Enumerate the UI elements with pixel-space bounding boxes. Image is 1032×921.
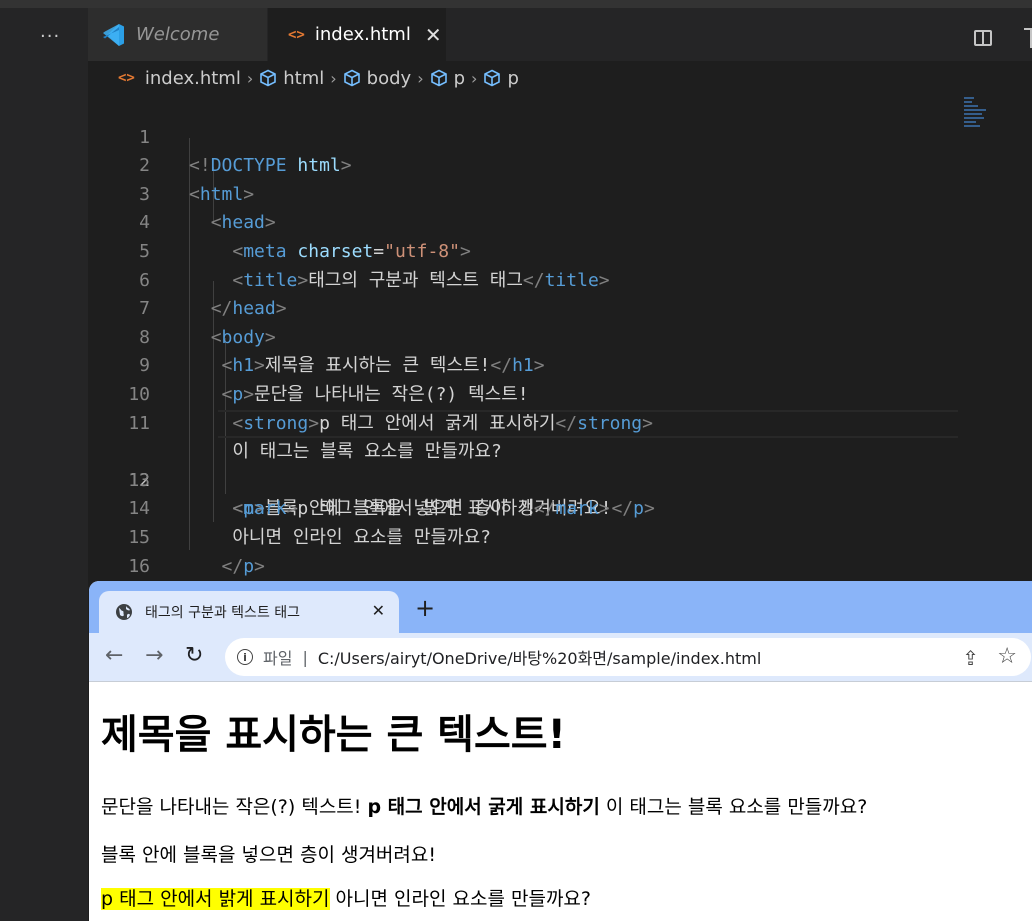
code-line: 14 아니면 인라인 요소를 만들까요? xyxy=(88,467,1032,548)
code-line: 3 <head> xyxy=(88,152,1032,234)
code-line: 5 <title>태그의 구분과 텍스트 태그</title> xyxy=(88,209,1032,291)
code-line: 13 <mark>p 태그 안에서 밝게 표시하기</mark> xyxy=(88,438,1032,520)
tab-welcome-label: Welcome xyxy=(136,24,220,45)
element-cube-icon xyxy=(484,69,501,87)
code-line: 10 <strong>p 태그 안에서 굵게 표시하기</strong> xyxy=(88,352,1032,434)
paragraph-3: p 태그 안에서 밝게 표시하기 아니면 인라인 요소를 만들까요? xyxy=(101,884,591,911)
paragraph-2: 블록 안에 블록을 넣으면 층이 생겨버려요! xyxy=(101,844,436,866)
split-editor-icon[interactable] xyxy=(974,30,992,46)
chevron-right-icon: › xyxy=(471,68,478,88)
code-line: 11 이 태그는 블록 요소를 만들까요? xyxy=(88,381,1032,463)
breadcrumb-p-label: p xyxy=(453,67,466,89)
breadcrumb-html-label: html xyxy=(283,67,325,89)
globe-icon xyxy=(116,604,132,620)
paragraph-1-tail: 이 태그는 블록 요소를 만들까요? xyxy=(599,796,868,818)
browser-tab-title: 태그의 구분과 텍스트 태그 xyxy=(145,605,301,621)
tab-welcome[interactable]: Welcome xyxy=(88,8,267,61)
reload-icon[interactable]: ↻ xyxy=(185,643,203,669)
browser-toolbar: ← → ↻ i 파일 | C:/Users/airyt/OneDrive/바탕%… xyxy=(89,633,1032,682)
breadcrumb-p-inner[interactable]: p xyxy=(483,67,519,89)
url-text[interactable]: C:/Users/airyt/OneDrive/바탕%20화면/sample/i… xyxy=(318,645,761,669)
browser-window: 태그의 구분과 텍스트 태그 ✕ + ← → ↻ i 파일 | C:/Users… xyxy=(89,581,1032,921)
more-actions-icon[interactable]: ··· xyxy=(40,26,60,47)
close-icon[interactable]: ✕ xyxy=(372,601,385,620)
breadcrumb-file[interactable]: <> index.html xyxy=(118,68,241,89)
url-separator: | xyxy=(302,647,308,667)
rendered-page: 제목을 표시하는 큰 텍스트! 문단을 나타내는 작은(?) 텍스트! p 태그… xyxy=(89,682,1032,921)
page-heading: 제목을 표시하는 큰 텍스트! xyxy=(101,712,566,758)
code-line: 8 <h1>제목을 표시하는 큰 텍스트!</h1> xyxy=(88,295,1032,377)
file-scheme-label: 파일 xyxy=(263,649,293,668)
forward-arrow-icon[interactable]: → xyxy=(145,643,163,669)
new-tab-button[interactable]: + xyxy=(415,596,435,620)
breadcrumb-p[interactable]: p xyxy=(430,68,465,89)
html-file-icon: <> xyxy=(288,26,305,43)
sidebar: ··· xyxy=(0,8,88,921)
info-icon[interactable]: i xyxy=(237,649,253,665)
browser-tab[interactable]: 태그의 구분과 텍스트 태그 ✕ xyxy=(99,591,399,633)
editor-more-icon[interactable] xyxy=(1024,28,1032,48)
address-bar[interactable]: i 파일 | C:/Users/airyt/OneDrive/바탕%20화면/s… xyxy=(225,638,1031,676)
bookmark-star-icon[interactable]: ☆ xyxy=(997,644,1017,669)
code-line: 16 </body> xyxy=(88,524,1032,606)
code-line: 1 <!DOCTYPE html> xyxy=(88,95,1032,177)
code-line: 2 <html> xyxy=(88,124,1032,205)
title-strip xyxy=(0,0,1032,8)
code-line: 7 <body> xyxy=(88,267,1032,348)
element-cube-icon xyxy=(260,69,277,87)
chevron-right-icon: › xyxy=(246,68,254,88)
element-cube-icon xyxy=(430,69,447,87)
close-icon[interactable]: ✕ xyxy=(425,23,442,47)
paragraph-3-tail: 아니면 인라인 요소를 만들까요? xyxy=(329,888,591,910)
browser-tab-strip: 태그의 구분과 텍스트 태그 ✕ + xyxy=(89,581,1032,633)
editor-tab-bar: Welcome <> index.html ✕ xyxy=(88,8,1032,61)
paragraph-1: 문단을 나타내는 작은(?) 텍스트! p 태그 안에서 굵게 표시하기 이 태… xyxy=(101,792,867,819)
element-cube-icon xyxy=(343,69,360,87)
chevron-right-icon: › xyxy=(417,68,424,88)
breadcrumb: <> index.html › html › body › p › p xyxy=(88,61,1032,95)
back-arrow-icon[interactable]: ← xyxy=(105,643,123,669)
breadcrumb-body[interactable]: body xyxy=(343,67,412,89)
breadcrumb-file-label: index.html xyxy=(144,67,241,89)
highlighted-text: p 태그 안에서 밝게 표시하기 xyxy=(101,888,330,910)
breadcrumb-html[interactable]: html xyxy=(259,68,324,89)
code-line: 9 <p>문단을 나타내는 작은(?) 텍스트! xyxy=(88,324,1032,405)
code-line: 17 </html> xyxy=(88,553,1032,634)
share-icon[interactable]: ⇪ xyxy=(962,646,979,670)
code-line: 6 </head> xyxy=(88,238,1032,320)
paragraph-1-text: 문단을 나타내는 작은(?) 텍스트! xyxy=(101,796,368,818)
chevron-right-icon: › xyxy=(330,68,337,88)
breadcrumb-p-inner-label: p xyxy=(507,67,519,89)
current-line-highlight xyxy=(218,409,958,439)
code-editor[interactable]: 1 <!DOCTYPE html> 2 <html> 3 <head> 4 <m… xyxy=(88,95,1032,634)
code-line-active: 12 <p>블록 안에 블록을 넣으면 층이 생겨버려요!</p> xyxy=(88,409,1032,519)
html-file-icon: <> xyxy=(118,70,135,86)
tab-index-label: index.html xyxy=(314,24,411,45)
code-line: 4 <meta charset="utf-8"> xyxy=(88,181,1032,262)
paragraph-1-strong: p 태그 안에서 굵게 표시하기 xyxy=(367,796,600,818)
tab-index-html[interactable]: <> index.html ✕ xyxy=(268,8,446,61)
code-line: 15 </p> xyxy=(88,495,1032,577)
vscode-logo-icon xyxy=(103,23,124,46)
breadcrumb-body-label: body xyxy=(366,67,412,89)
